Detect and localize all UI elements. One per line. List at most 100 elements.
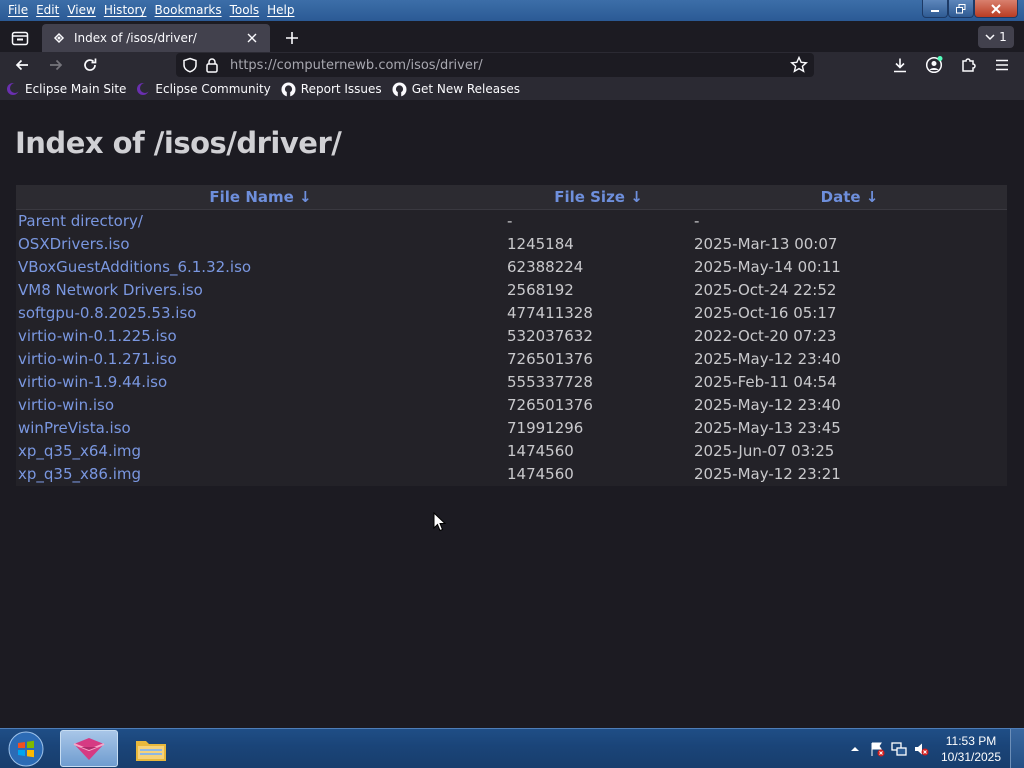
table-row: virtio-win-0.1.225.iso 532037632 2022-Oct-… — [16, 324, 1007, 347]
menu-edit[interactable]: Edit — [32, 0, 63, 21]
table-row: xp_q35_x86.img 1474560 2025-May-12 23:21 — [16, 462, 1007, 486]
taskbar-file-explorer[interactable] — [122, 730, 180, 767]
tab-strip: Index of /isos/driver/ 1 — [0, 21, 1024, 52]
file-name-link[interactable]: xp_q35_x86.img — [16, 462, 505, 486]
table-row: virtio-win.iso 726501376 2025-May-12 23:40 — [16, 393, 1007, 416]
forward-button[interactable] — [44, 54, 68, 76]
table-row: VBoxGuestAdditions_6.1.32.iso 62388224 202… — [16, 255, 1007, 278]
file-date: 2025-May-14 00:11 — [694, 257, 841, 276]
close-window-button[interactable] — [974, 0, 1018, 18]
menu-history[interactable]: History — [100, 0, 151, 21]
network-icon — [891, 742, 907, 756]
tab-count: 1 — [999, 30, 1007, 44]
start-button[interactable] — [6, 730, 46, 768]
firefox-view-button[interactable] — [6, 26, 34, 50]
bookmark-label: Report Issues — [300, 82, 382, 96]
system-clock[interactable]: 11:53 PM 10/31/2025 — [932, 733, 1010, 765]
file-size: 555337728 — [507, 372, 593, 391]
puzzle-icon — [962, 58, 976, 72]
arrow-left-icon — [15, 59, 28, 71]
column-header-date[interactable]: Date ↓ — [692, 185, 1007, 210]
menu-file[interactable]: File — [4, 0, 32, 21]
table-row: xp_q35_x64.img 1474560 2025-Jun-07 03:25 — [16, 439, 1007, 462]
bookmark-eclipse-community[interactable]: Eclipse Community — [136, 82, 271, 96]
bookmark-label: Eclipse Community — [155, 82, 271, 96]
taskbar-browser-app[interactable] — [60, 730, 118, 767]
system-tray: 11:53 PM 10/31/2025 — [844, 729, 1024, 768]
tab-list-button[interactable]: 1 — [978, 26, 1014, 48]
minimize-button[interactable] — [922, 0, 948, 18]
file-name-link[interactable]: OSXDrivers.iso — [16, 232, 505, 255]
clock-date: 10/31/2025 — [940, 750, 1002, 764]
file-size: 71991296 — [507, 418, 584, 437]
folder-icon — [136, 740, 166, 761]
windows-logo-icon — [8, 731, 44, 767]
table-body: Parent directory/- - OSXDrivers.iso 1245184… — [16, 209, 1007, 486]
volume-muted-icon[interactable] — [910, 738, 932, 760]
file-name-link[interactable]: Parent directory/ — [16, 209, 505, 232]
file-date: 2025-May-12 23:40 — [694, 395, 841, 414]
tab-title: Index of /isos/driver/ — [74, 31, 197, 45]
bookmark-report-issues[interactable]: Report Issues — [281, 82, 382, 97]
table-row: softgpu-0.8.2025.53.iso 477411328 2025-Oct… — [16, 301, 1007, 324]
file-size: 726501376 — [507, 349, 593, 368]
file-name-link[interactable]: virtio-win-0.1.225.iso — [16, 324, 505, 347]
menu-help[interactable]: Help — [263, 0, 298, 21]
action-center-icon[interactable] — [866, 738, 888, 760]
reload-button[interactable] — [78, 54, 102, 76]
file-size: 726501376 — [507, 395, 593, 414]
file-name-link[interactable]: xp_q35_x64.img — [16, 439, 505, 462]
file-name-link[interactable]: virtio-win-0.1.271.iso — [16, 347, 505, 370]
eclipse-icon — [6, 82, 20, 96]
navigation-toolbar: https://computernewb.com/isos/driver/ — [0, 52, 1024, 78]
file-name-link[interactable]: VM8 Network Drivers.iso — [16, 278, 505, 301]
new-tab-button[interactable] — [280, 27, 304, 49]
tab-close-button[interactable] — [244, 30, 260, 46]
chevron-down-icon — [985, 34, 995, 41]
bookmark-star-icon[interactable] — [790, 56, 808, 74]
eclipse-icon — [136, 82, 151, 96]
file-name-link[interactable]: virtio-win.iso — [16, 393, 505, 416]
clock-time: 11:53 PM — [945, 734, 997, 748]
close-icon — [247, 33, 257, 43]
file-date: 2022-Oct-20 07:23 — [694, 326, 837, 345]
bookmarks-toolbar: Eclipse Main Site Eclipse Community Repo… — [0, 78, 1024, 100]
restore-button[interactable] — [948, 0, 974, 18]
downloads-button[interactable] — [888, 54, 912, 76]
file-date: 2025-May-12 23:40 — [694, 349, 841, 368]
tab-index-of-isos-driver[interactable]: Index of /isos/driver/ — [42, 24, 270, 52]
column-header-file-name[interactable]: File Name ↓ — [16, 185, 505, 210]
menu-tools[interactable]: Tools — [226, 0, 264, 21]
menu-bookmarks[interactable]: Bookmarks — [151, 0, 226, 21]
file-date: 2025-Jun-07 03:25 — [694, 441, 835, 460]
download-icon — [894, 58, 906, 73]
extensions-button[interactable] — [956, 54, 980, 76]
page-icon — [53, 32, 65, 44]
file-name-link[interactable]: winPreVista.iso — [16, 416, 505, 439]
file-name-link[interactable]: virtio-win-1.9.44.iso — [16, 370, 505, 393]
address-bar[interactable]: https://computernewb.com/isos/driver/ — [176, 53, 814, 77]
account-icon — [925, 56, 943, 74]
lock-icon — [206, 58, 218, 73]
column-header-file-size[interactable]: File Size ↓ — [505, 185, 692, 210]
bookmark-label: Get New Releases — [411, 82, 521, 96]
file-name-link[interactable]: VBoxGuestAdditions_6.1.32.iso — [16, 255, 505, 278]
menu-bar: File Edit View History Bookmarks Tools H… — [0, 0, 299, 21]
file-size: 1245184 — [507, 234, 574, 253]
file-size: 477411328 — [507, 303, 593, 322]
account-button[interactable] — [922, 54, 946, 76]
page-content: Index of /isos/driver/ File Name ↓ File … — [0, 100, 1024, 728]
table-row: VM8 Network Drivers.iso 2568192 2025-Oct-2… — [16, 278, 1007, 301]
bookmark-eclipse-main-site[interactable]: Eclipse Main Site — [6, 82, 126, 96]
file-name-link[interactable]: softgpu-0.8.2025.53.iso — [16, 301, 505, 324]
firefox-view-icon — [11, 31, 29, 46]
show-hidden-icons-button[interactable] — [844, 738, 866, 760]
minimize-icon — [931, 9, 939, 12]
show-desktop-button[interactable] — [1010, 729, 1024, 768]
network-icon[interactable] — [888, 738, 910, 760]
menu-view[interactable]: View — [63, 0, 99, 21]
app-menu-button[interactable] — [990, 54, 1014, 76]
table-row: virtio-win-1.9.44.iso 555337728 2025-Feb-1… — [16, 370, 1007, 393]
bookmark-get-new-releases[interactable]: Get New Releases — [392, 82, 520, 97]
back-button[interactable] — [10, 54, 34, 76]
